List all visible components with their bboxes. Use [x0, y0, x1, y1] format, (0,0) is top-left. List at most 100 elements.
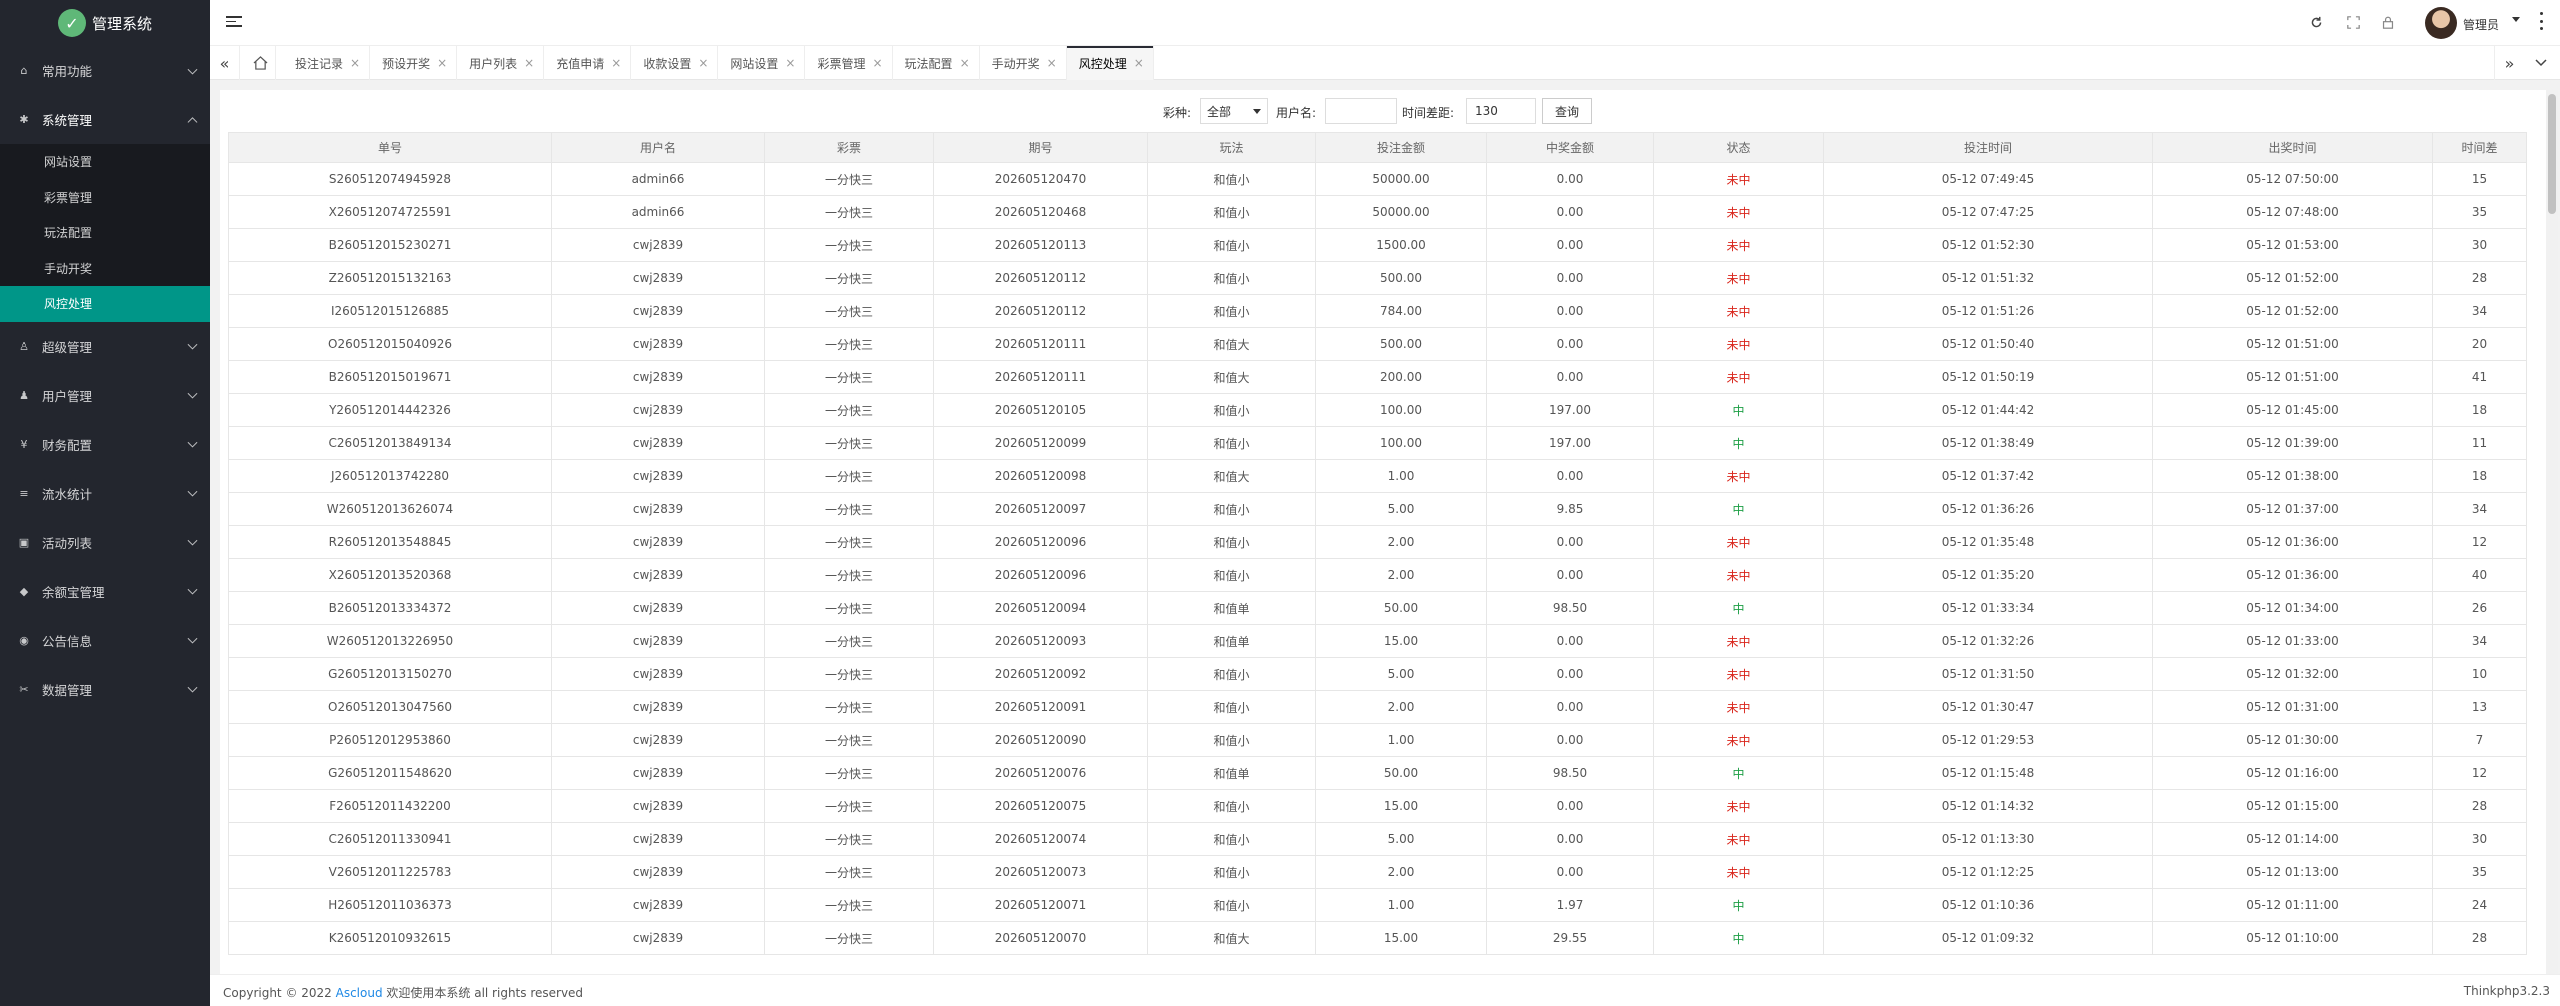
- table-row[interactable]: G260512013150270 cwj2839 一分快三 202605120092 和…: [228, 657, 2527, 691]
- close-icon[interactable]: ×: [524, 56, 534, 70]
- table-row[interactable]: G260512011548620 cwj2839 一分快三 202605120076 和…: [228, 756, 2527, 790]
- column-header[interactable]: 投注时间: [1823, 132, 2153, 163]
- tab-1[interactable]: 预设开奖 ×: [370, 46, 458, 80]
- column-header[interactable]: 时间差: [2432, 132, 2527, 163]
- table-row[interactable]: R260512013548845 cwj2839 一分快三 202605120096 和…: [228, 525, 2527, 559]
- table-row[interactable]: W260512013226950 cwj2839 一分快三 202605120093 和…: [228, 624, 2527, 658]
- user-name[interactable]: 管理员: [2463, 16, 2499, 33]
- tab-7[interactable]: 玩法配置 ×: [893, 46, 980, 80]
- close-icon[interactable]: ×: [1134, 56, 1144, 70]
- table-cell: 05-12 01:14:00: [2152, 822, 2433, 856]
- tabs-scroll-left-icon[interactable]: «: [210, 46, 240, 80]
- tab-5[interactable]: 网站设置 ×: [718, 46, 806, 80]
- refresh-icon[interactable]: [2308, 14, 2324, 30]
- tab-6[interactable]: 彩票管理 ×: [805, 46, 893, 80]
- fullscreen-icon[interactable]: [2345, 14, 2361, 30]
- tab-2[interactable]: 用户列表 ×: [457, 46, 545, 80]
- table-row[interactable]: J260512013742280 cwj2839 一分快三 202605120098 和…: [228, 459, 2527, 493]
- column-header[interactable]: 彩票: [764, 132, 934, 163]
- sidebar-item-2[interactable]: ♙ 超级管理: [0, 322, 210, 371]
- chevron-down-icon[interactable]: [2512, 17, 2520, 22]
- sidebar-item-5[interactable]: ≡ 流水统计: [0, 469, 210, 518]
- table-cell: 和值小: [1147, 525, 1316, 559]
- table-row[interactable]: X260512074725591 admin66 一分快三 202605120468 和…: [228, 195, 2527, 229]
- sidebar-item-6[interactable]: ▣ 活动列表: [0, 518, 210, 567]
- tab-8[interactable]: 手动开奖 ×: [980, 46, 1067, 80]
- more-vertical-icon[interactable]: [2540, 12, 2544, 30]
- chevron-down-icon: [187, 486, 198, 497]
- sidebar-subitem-4[interactable]: 风控处理: [0, 286, 210, 322]
- close-icon[interactable]: ×: [350, 56, 360, 70]
- query-button[interactable]: 查询: [1542, 98, 1593, 124]
- table-row[interactable]: F260512011432200 cwj2839 一分快三 202605120075 和…: [228, 789, 2527, 823]
- lock-icon[interactable]: [2380, 14, 2396, 30]
- table-cell: cwj2839: [551, 756, 765, 790]
- close-icon[interactable]: ×: [785, 56, 795, 70]
- table-cell: 30: [2432, 228, 2527, 262]
- sidebar-item-0[interactable]: ⌂ 常用功能: [0, 46, 210, 95]
- sidebar-item-3[interactable]: ♟ 用户管理: [0, 371, 210, 420]
- sidebar-subitem-1[interactable]: 彩票管理: [0, 180, 210, 216]
- app-logo[interactable]: ✓ 管理系统: [0, 0, 210, 46]
- content-scrollbar[interactable]: [2546, 90, 2558, 974]
- column-header[interactable]: 单号: [228, 132, 552, 163]
- table-row[interactable]: B260512013334372 cwj2839 一分快三 202605120094 和…: [228, 591, 2527, 625]
- tabs-menu-chevron-icon[interactable]: [2526, 46, 2556, 80]
- username-input[interactable]: [1325, 98, 1397, 124]
- sidebar-subitem-3[interactable]: 手动开奖: [0, 251, 210, 287]
- sidebar-item-9[interactable]: ✂ 数据管理: [0, 665, 210, 714]
- close-icon[interactable]: ×: [698, 56, 708, 70]
- brand-link[interactable]: Ascloud: [336, 986, 383, 1000]
- column-header[interactable]: 出奖时间: [2152, 132, 2433, 163]
- sidebar-subitem-2[interactable]: 玩法配置: [0, 215, 210, 251]
- table-row[interactable]: I260512015126885 cwj2839 一分快三 202605120112 和…: [228, 294, 2527, 328]
- table-row[interactable]: S260512074945928 admin66 一分快三 202605120470 和…: [228, 162, 2527, 196]
- table-row[interactable]: O260512013047560 cwj2839 一分快三 202605120091 和…: [228, 690, 2527, 724]
- lottery-select[interactable]: 全部: [1200, 98, 1268, 124]
- home-tab-icon[interactable]: [246, 46, 276, 80]
- table-row[interactable]: X260512013520368 cwj2839 一分快三 202605120096 和…: [228, 558, 2527, 592]
- close-icon[interactable]: ×: [872, 56, 882, 70]
- table-row[interactable]: C260512011330941 cwj2839 一分快三 202605120074 和…: [228, 822, 2527, 856]
- timediff-input[interactable]: [1466, 98, 1536, 124]
- tab-0[interactable]: 投注记录 ×: [283, 46, 371, 80]
- table-row[interactable]: V260512011225783 cwj2839 一分快三 202605120073 和…: [228, 855, 2527, 889]
- close-icon[interactable]: ×: [611, 56, 621, 70]
- column-header[interactable]: 玩法: [1147, 132, 1316, 163]
- sidebar-item-4[interactable]: ¥ 财务配置: [0, 420, 210, 469]
- close-icon[interactable]: ×: [437, 56, 447, 70]
- column-header[interactable]: 状态: [1653, 132, 1824, 163]
- column-header[interactable]: 用户名: [551, 132, 765, 163]
- table-row[interactable]: B260512015019671 cwj2839 一分快三 202605120111 和…: [228, 360, 2527, 394]
- column-header[interactable]: 期号: [933, 132, 1148, 163]
- tab-9[interactable]: 风控处理 ×: [1066, 46, 1154, 80]
- table-row[interactable]: P260512012953860 cwj2839 一分快三 202605120090 和…: [228, 723, 2527, 757]
- close-icon[interactable]: ×: [960, 56, 970, 70]
- table-row[interactable]: Z260512015132163 cwj2839 一分快三 202605120112 和…: [228, 261, 2527, 295]
- column-header[interactable]: 中奖金额: [1486, 132, 1654, 163]
- table-cell: 0.00: [1486, 690, 1654, 724]
- table-row[interactable]: C260512013849134 cwj2839 一分快三 202605120099 和…: [228, 426, 2527, 460]
- avatar[interactable]: [2425, 7, 2457, 39]
- column-header[interactable]: 投注金额: [1315, 132, 1487, 163]
- tab-3[interactable]: 充值申请 ×: [544, 46, 632, 80]
- table-row[interactable]: Y260512014442326 cwj2839 一分快三 202605120105 和…: [228, 393, 2527, 427]
- close-icon[interactable]: ×: [1047, 56, 1057, 70]
- table-row[interactable]: H260512011036373 cwj2839 一分快三 202605120071 和…: [228, 888, 2527, 922]
- tabs-scroll-right-icon[interactable]: »: [2494, 46, 2524, 80]
- table-cell: 0.00: [1486, 162, 1654, 196]
- sidebar-item-8[interactable]: ◉ 公告信息: [0, 616, 210, 665]
- table-cell: 0.00: [1486, 525, 1654, 559]
- tab-label: 充值申请: [556, 56, 605, 71]
- sidebar-item-7[interactable]: ◆ 余额宝管理: [0, 567, 210, 616]
- sidebar-subitem-0[interactable]: 网站设置: [0, 144, 210, 180]
- scrollbar-thumb[interactable]: [2548, 94, 2556, 214]
- table-row[interactable]: B260512015230271 cwj2839 一分快三 202605120113 和…: [228, 228, 2527, 262]
- tab-4[interactable]: 收款设置 ×: [631, 46, 719, 80]
- table-row[interactable]: K260512010932615 cwj2839 一分快三 202605120070 和…: [228, 921, 2527, 955]
- table-row[interactable]: W260512013626074 cwj2839 一分快三 202605120097 和…: [228, 492, 2527, 526]
- table-row[interactable]: O260512015040926 cwj2839 一分快三 202605120111 和…: [228, 327, 2527, 361]
- table-cell: cwj2839: [551, 393, 765, 427]
- menu-toggle-icon[interactable]: [226, 13, 242, 29]
- sidebar-item-1[interactable]: ✱ 系统管理: [0, 95, 210, 144]
